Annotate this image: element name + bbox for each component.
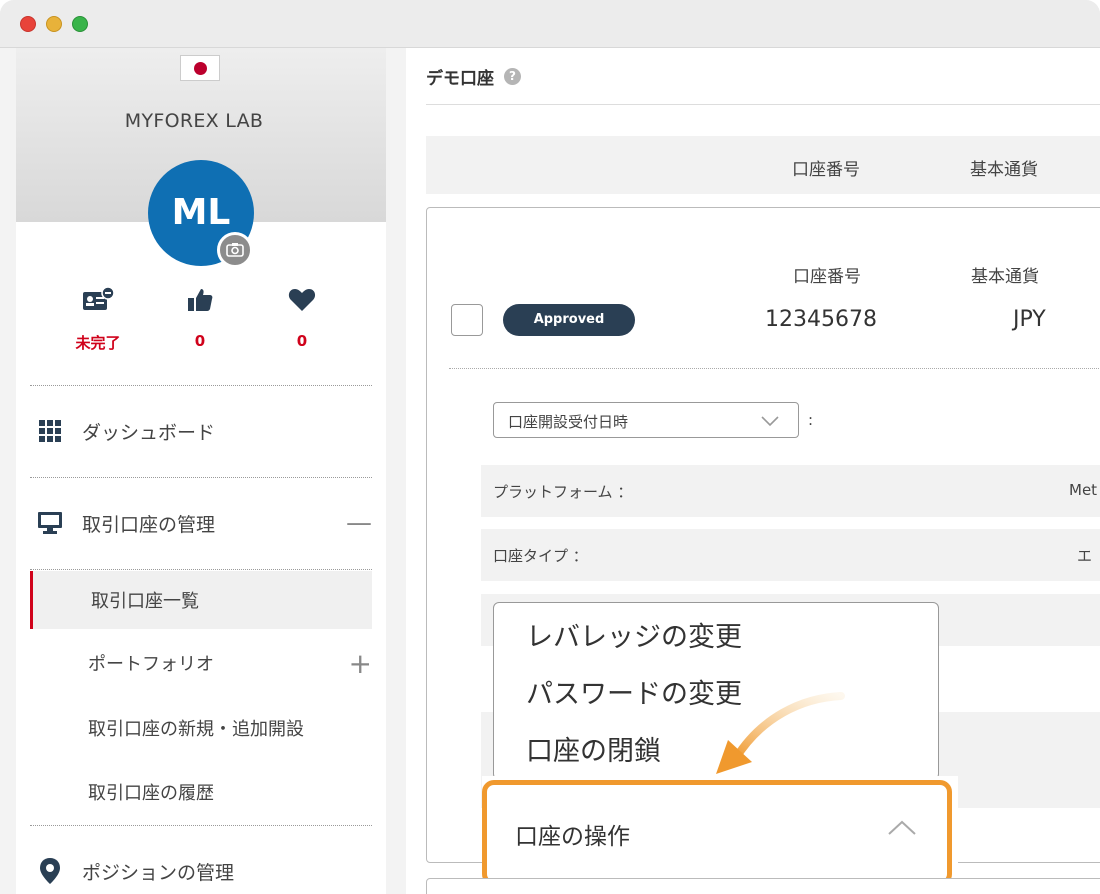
page-title-text: デモ口座 (426, 69, 494, 89)
date-select-value: 口座開設受付日時 (508, 413, 629, 431)
platform-label: プラットフォーム ： (493, 483, 633, 501)
platform-row: プラットフォーム ： Met (481, 465, 1100, 517)
divider (30, 825, 372, 826)
likes-count-value: 0 (194, 332, 206, 350)
monitor-icon (32, 511, 68, 535)
title-bar (0, 0, 1100, 48)
sidebar-item-label: 取引口座の新規・追加開設 (88, 719, 304, 740)
sidebar-item-new-account[interactable]: 取引口座の新規・追加開設 (30, 699, 372, 757)
expand-toggle[interactable]: + (349, 647, 372, 680)
currency-label: 基本通貨 (971, 267, 1039, 287)
account-type-value: エ (1077, 547, 1093, 565)
menu-item-change-leverage[interactable]: レバレッジの変更 (526, 615, 742, 654)
colon-separator: : (808, 411, 814, 429)
verification-status-value: 未完了 (75, 334, 121, 352)
nav-position-management[interactable]: ポジションの管理 (30, 846, 372, 894)
japan-flag-icon[interactable] (180, 55, 220, 81)
account-no-value: 12345678 (765, 307, 877, 332)
status-badge: Approved (503, 304, 635, 336)
table-header: 口座番号 基本通貨 (426, 136, 1100, 194)
likes-count[interactable]: 0 (170, 286, 230, 350)
sidebar-item-label: 取引口座の履歴 (88, 783, 214, 804)
chevron-up-icon (887, 819, 917, 841)
currency-value: JPY (1013, 307, 1046, 332)
grid-icon (32, 420, 68, 442)
account-type-row: 口座タイプ ： エ (481, 529, 1100, 581)
id-card-icon (68, 286, 128, 316)
chevron-down-icon (760, 409, 780, 435)
column-header-account-no: 口座番号 (792, 160, 860, 180)
sidebar-item-account-history[interactable]: 取引口座の履歴 (30, 763, 372, 821)
platform-value: Met (1069, 481, 1098, 499)
divider (30, 569, 372, 570)
divider (426, 104, 1100, 105)
nav-dashboard[interactable]: ダッシュボード (30, 406, 372, 456)
account-operation-label: 口座の操作 (515, 824, 630, 850)
profile-name: MYFOREX LAB (124, 110, 264, 132)
main-content: デモ口座 ? 口座番号 基本通貨 Approved 口座番号 基本通貨 1234… (406, 48, 1100, 894)
camera-icon[interactable] (217, 232, 253, 268)
account-checkbox[interactable] (451, 304, 483, 336)
column-header-currency: 基本通貨 (970, 160, 1038, 180)
nav-account-management-label: 取引口座の管理 (82, 513, 216, 536)
favorites-count[interactable]: 0 (272, 286, 332, 350)
menu-item-close-account[interactable]: 口座の閉鎖 (526, 729, 661, 768)
account-no-label: 口座番号 (793, 267, 861, 287)
date-select[interactable]: 口座開設受付日時 (493, 402, 799, 438)
favorites-count-value: 0 (296, 332, 308, 350)
collapse-toggle[interactable]: — (346, 508, 372, 538)
nav-account-management[interactable]: 取引口座の管理 — (30, 498, 372, 548)
minimize-window-button[interactable] (46, 16, 62, 32)
divider (30, 477, 372, 478)
thumbs-up-icon (170, 286, 230, 316)
sidebar-item-label: ポートフォリオ (88, 654, 214, 675)
nav-position-management-label: ポジションの管理 (82, 861, 235, 884)
close-window-button[interactable] (20, 16, 36, 32)
sidebar-item-account-list[interactable]: 取引口座一覧 (30, 571, 372, 629)
divider (30, 385, 372, 386)
map-pin-icon (32, 857, 68, 885)
sidebar-item-label: 取引口座一覧 (91, 591, 199, 612)
maximize-window-button[interactable] (72, 16, 88, 32)
page-title: デモ口座 ? (426, 64, 521, 89)
help-icon[interactable]: ? (504, 68, 521, 85)
verification-status[interactable]: 未完了 (68, 286, 128, 353)
account-card (426, 878, 1100, 894)
pointer-arrow-icon (716, 692, 845, 774)
sidebar-item-portfolio[interactable]: ポートフォリオ + (30, 634, 372, 692)
browser-window: MYFOREX LAB ML 未完了 0 0 ダッシュボード 取引口座の管理 —… (0, 0, 1100, 894)
divider (449, 368, 1100, 369)
nav-dashboard-label: ダッシュボード (82, 421, 216, 444)
account-type-label: 口座タイプ ： (493, 547, 588, 565)
sidebar: MYFOREX LAB ML 未完了 0 0 ダッシュボード 取引口座の管理 —… (16, 48, 386, 894)
heart-icon (272, 286, 332, 316)
